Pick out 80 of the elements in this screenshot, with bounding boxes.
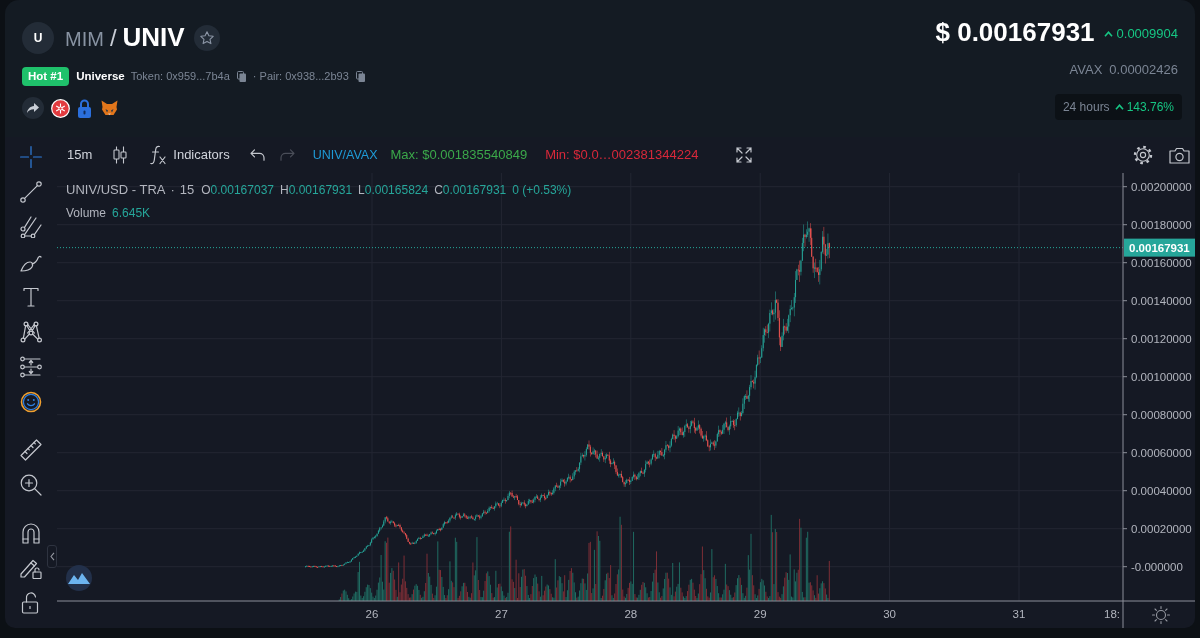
star-icon [199, 31, 214, 45]
fullscreen-icon[interactable] [736, 147, 753, 163]
trend-line-icon[interactable] [20, 180, 42, 203]
time-axis-label: 18: [1104, 608, 1120, 620]
share-arrow-icon [27, 103, 39, 113]
price-axis-label: 0.00020000 [1131, 522, 1192, 535]
copy-icon[interactable] [355, 71, 365, 82]
time-axis-label: 27 [495, 608, 508, 620]
ohlc-value: 0.00165824 [364, 182, 429, 199]
ohlc-value: 0.00167037 [210, 182, 274, 199]
sun-icon[interactable] [1151, 605, 1171, 625]
time-axis-label: 28 [624, 608, 638, 620]
ohlc-value: 0.00167931 [442, 182, 507, 199]
price-axis-label: 0.00120000 [1131, 332, 1192, 345]
token-avatar: U [22, 22, 54, 54]
smiley-icon[interactable] [20, 390, 42, 413]
magnet-icon[interactable] [20, 521, 42, 544]
price-axis-label: 0.00160000 [1131, 256, 1192, 269]
function-icon [150, 145, 167, 165]
undo-icon[interactable] [249, 149, 265, 161]
zoom-in-icon[interactable] [20, 473, 42, 496]
volume-value: 6.645K [112, 205, 151, 222]
price-axis-label: 0.00140000 [1131, 294, 1192, 307]
native-price: 0.00002426 [1109, 61, 1178, 80]
share-button[interactable] [22, 97, 44, 119]
camera-icon[interactable] [1169, 146, 1190, 164]
node-pattern-icon[interactable] [20, 320, 42, 343]
ohlc-label: H [280, 182, 289, 199]
candlestick-icon[interactable] [113, 146, 128, 164]
base-symbol: UNIV [122, 21, 185, 53]
hot-badge: Hot #1 [22, 67, 70, 86]
token-address: Token: 0x959...7b4a [130, 69, 230, 84]
price-axis-label: 0.00080000 [1131, 408, 1192, 421]
ohlc-label: L [358, 182, 365, 199]
mountain-logo-icon[interactable] [66, 565, 92, 591]
chevron-left-icon [49, 552, 55, 561]
native-symbol: AVAX [1069, 61, 1103, 80]
price-axis-label: 0.00060000 [1131, 446, 1192, 459]
volume-label: Volume [66, 205, 107, 222]
time-axis-label: 30 [883, 608, 896, 620]
token-name: Universe [76, 69, 125, 84]
measure-icon[interactable] [20, 355, 42, 378]
usd-price: $ 0.00167931 [935, 17, 1095, 47]
ohlc-label: C [434, 182, 443, 199]
period-label: 24 hours [1062, 99, 1110, 116]
settings-icon[interactable] [1133, 145, 1153, 165]
padlock-icon[interactable] [78, 98, 91, 118]
favorite-button[interactable] [193, 25, 220, 51]
time-axis-label: 29 [753, 608, 767, 620]
pair-link[interactable]: UNIV/AVAX [312, 146, 378, 164]
price-axis-label: -0.000000 [1131, 560, 1183, 573]
quote-symbol: MIM [65, 27, 104, 52]
time-axis-label: 31 [1012, 608, 1026, 620]
pair-separator: / [109, 23, 117, 53]
max-price: Max: $0.001835540849 [390, 146, 528, 165]
price-change: 0.0009904 [1116, 25, 1178, 42]
price-axis-label: 0.00180000 [1131, 218, 1192, 231]
copy-icon[interactable] [236, 71, 246, 82]
legend-separator: · [170, 181, 175, 200]
ohlc-label: O [201, 182, 211, 199]
chart-symbol: UNIV/USD - TRA [66, 181, 166, 200]
interval-button[interactable]: 15m [67, 146, 93, 164]
price-axis-label: 0.00200000 [1131, 180, 1192, 193]
collapse-toolbar-button[interactable] [47, 545, 57, 568]
period-change: 143.76% [1126, 99, 1174, 116]
ruler-icon[interactable] [20, 438, 42, 461]
fox-icon[interactable] [101, 100, 118, 116]
min-price: Min: $0.0…002381344224 [545, 146, 699, 165]
indicators-button[interactable]: Indicators [150, 145, 230, 165]
ohlc-value: 0.00167931 [288, 182, 353, 199]
pair-address: · Pair: 0x938...2b93 [252, 69, 349, 84]
current-price-label: 0.00167931 [1124, 238, 1195, 257]
price-axis-label: 0.00040000 [1131, 484, 1192, 497]
price-change-percent: 0 (+0.53%) [512, 182, 572, 199]
chart-interval: 15 [179, 181, 195, 200]
price-axis-label: 0.00100000 [1131, 370, 1192, 383]
time-axis-label: 26 [365, 608, 379, 620]
parallel-lines-icon[interactable] [20, 215, 42, 238]
asterisk-circle-icon[interactable] [51, 98, 70, 118]
text-tool-icon[interactable] [20, 285, 42, 308]
